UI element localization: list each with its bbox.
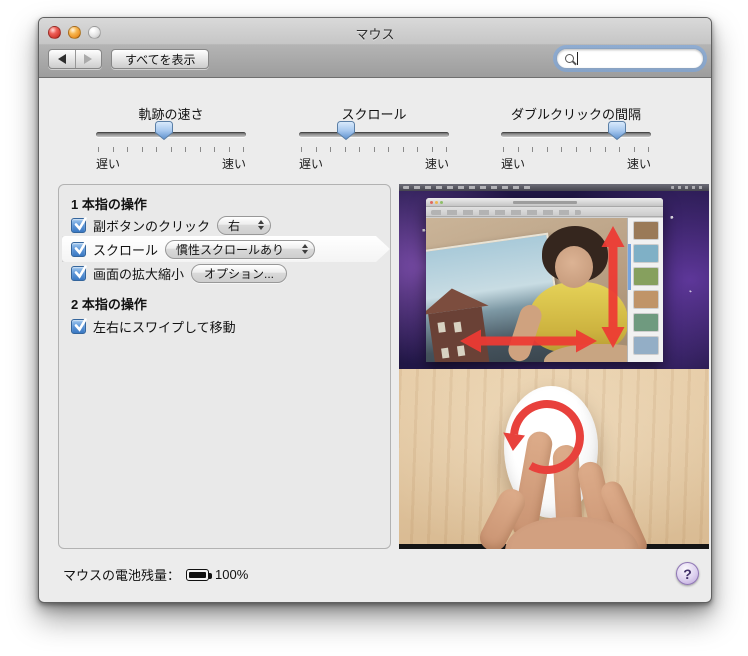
tracking-speed-slider-thumb[interactable] bbox=[154, 121, 173, 141]
scrolling-speed-slider-group: スクロール 遅い 速い bbox=[299, 104, 449, 173]
gesture-demo-video-pane bbox=[399, 184, 709, 549]
scrolling-speed-max-label: 速い bbox=[424, 157, 449, 171]
double-click-min-label: 遅い bbox=[501, 157, 526, 171]
scrolling-speed-title: スクロール bbox=[341, 107, 407, 122]
back-button[interactable] bbox=[49, 50, 75, 68]
one-finger-section-heading: 1 本指の操作 bbox=[71, 197, 147, 212]
search-icon bbox=[565, 54, 574, 63]
double-click-slider-ticks bbox=[503, 147, 649, 152]
search-field[interactable] bbox=[556, 48, 704, 69]
popup-arrows-icon bbox=[302, 244, 309, 254]
text-caret bbox=[577, 52, 578, 65]
help-button[interactable]: ? bbox=[676, 562, 699, 585]
forward-button[interactable] bbox=[74, 50, 102, 68]
scroll-direction-arrows-icon bbox=[460, 226, 625, 353]
mouse-gesture-video bbox=[399, 369, 709, 549]
screen-zoom-checkbox[interactable] bbox=[71, 264, 87, 281]
swipe-label: 左右にスワイプして移動 bbox=[93, 319, 236, 335]
secondary-click-checkbox[interactable] bbox=[71, 216, 87, 233]
battery-icon bbox=[186, 568, 213, 581]
swipe-navigate-row[interactable]: 左右にスワイプして移動 bbox=[71, 315, 236, 337]
secondary-click-popup[interactable]: 右 bbox=[217, 215, 272, 235]
tracking-speed-slider-ticks bbox=[98, 147, 244, 152]
tracking-speed-slider-group: 軌跡の速さ 遅い 速い bbox=[96, 104, 246, 173]
scroll-gesture-row[interactable]: スクロール 慣性スクロールあり bbox=[71, 238, 316, 260]
show-all-button[interactable]: すべてを表示 bbox=[111, 49, 210, 69]
popup-arrows-icon bbox=[258, 220, 265, 230]
scroll-popup-value: 慣性スクロールあり bbox=[176, 242, 285, 257]
window-title: マウス bbox=[355, 27, 395, 42]
title-bar: マウス すべてを表示 bbox=[39, 18, 711, 78]
tracking-speed-max-label: 速い bbox=[221, 157, 246, 171]
scroll-label: スクロール bbox=[93, 242, 159, 258]
scrolling-speed-min-label: 遅い bbox=[299, 157, 324, 171]
scrolling-speed-slider-thumb[interactable] bbox=[336, 121, 355, 141]
double-click-max-label: 速い bbox=[626, 157, 651, 171]
screen-zoom-label: 画面の拡大縮小 bbox=[93, 266, 185, 282]
double-click-slider-group: ダブルクリックの間隔 遅い 速い bbox=[501, 104, 651, 173]
battery-value: 100% bbox=[215, 567, 249, 582]
search-input[interactable] bbox=[581, 51, 699, 66]
tracking-speed-min-label: 遅い bbox=[96, 157, 121, 171]
secondary-click-label: 副ボタンのクリック bbox=[93, 218, 211, 234]
swipe-checkbox[interactable] bbox=[71, 317, 87, 334]
back-arrow-icon bbox=[57, 54, 66, 64]
scrolling-speed-slider-track[interactable] bbox=[299, 132, 449, 137]
scrolling-speed-slider-ticks bbox=[301, 147, 447, 152]
tracking-speed-title: 軌跡の速さ bbox=[138, 107, 204, 122]
scroll-demo-video bbox=[399, 184, 709, 369]
battery-status: マウスの電池残量： 100% bbox=[63, 565, 248, 584]
double-click-slider-thumb[interactable] bbox=[607, 121, 626, 141]
checkmark-icon bbox=[74, 216, 87, 231]
scroll-checkbox[interactable] bbox=[71, 240, 87, 257]
two-finger-section-heading: 2 本指の操作 bbox=[71, 297, 147, 312]
navigation-segmented-control bbox=[48, 49, 102, 69]
scroll-popup[interactable]: 慣性スクロールあり bbox=[165, 239, 316, 259]
forward-arrow-icon bbox=[84, 54, 93, 64]
double-click-slider-track[interactable] bbox=[501, 132, 651, 137]
secondary-click-popup-value: 右 bbox=[228, 218, 241, 233]
checkmark-icon bbox=[74, 264, 87, 279]
screen-zoom-row[interactable]: 画面の拡大縮小 オプション... bbox=[71, 262, 288, 284]
secondary-click-row[interactable]: 副ボタンのクリック 右 bbox=[71, 214, 272, 236]
rotate-gesture-arrow-icon bbox=[503, 400, 584, 474]
checkmark-icon bbox=[74, 240, 87, 255]
mouse-preferences-window: マウス すべてを表示 軌跡の速さ 遅い 速い スクロール 遅い 速い ダブルクリ… bbox=[38, 17, 712, 603]
double-click-title: ダブルクリックの間隔 bbox=[510, 107, 641, 122]
options-button[interactable]: オプション... bbox=[191, 263, 288, 283]
checkmark-icon bbox=[74, 317, 87, 332]
gesture-options-panel: 1 本指の操作 副ボタンのクリック 右 スクロール 慣性スクロールあり 画面の拡… bbox=[58, 184, 391, 549]
battery-label: マウスの電池残量： bbox=[63, 568, 181, 583]
